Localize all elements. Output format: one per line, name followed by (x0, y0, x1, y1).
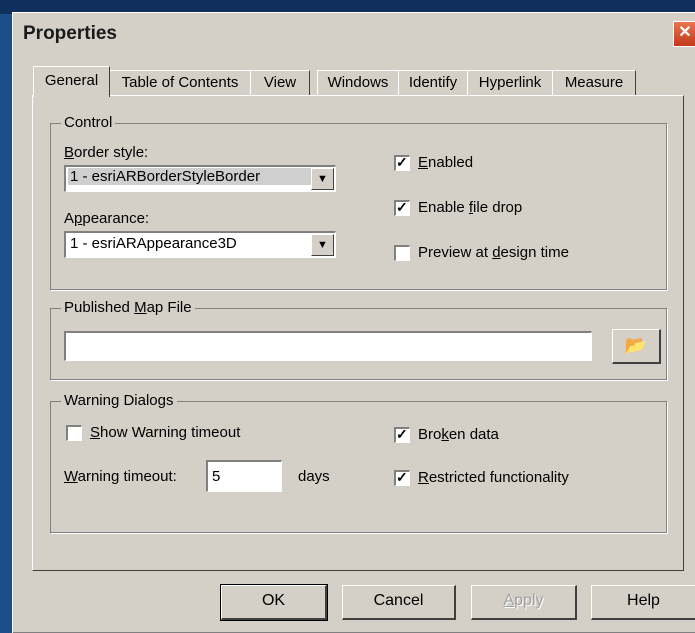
broken-data-label: Broken data (418, 426, 499, 443)
border-style-value: 1 - esriARBorderStyleBorder (68, 168, 311, 185)
border-style-select[interactable]: 1 - esriARBorderStyleBorder ▼ (64, 165, 336, 192)
appearance-select[interactable]: 1 - esriARAppearance3D ▼ (64, 231, 336, 258)
preview-design-time-checkbox[interactable]: Preview at design time (394, 244, 569, 264)
enabled-label: Enabled (418, 154, 474, 171)
restricted-functionality-checkbox[interactable]: ✓ Restricted functionality (394, 469, 569, 489)
published-map-file-group: Published Map File 📂 (50, 299, 667, 380)
apply-button[interactable]: Apply (471, 585, 577, 620)
control-legend: Control (61, 114, 116, 131)
checkbox-box[interactable]: ✓ (394, 469, 410, 487)
tab-hyperlink[interactable]: Hyperlink (467, 70, 553, 95)
broken-data-checkbox[interactable]: ✓ Broken data (394, 426, 499, 446)
appearance-label: Appearance: (64, 210, 150, 227)
check-icon: ✓ (396, 199, 408, 216)
map-file-path-input[interactable] (64, 331, 592, 361)
open-folder-icon: 📂 (624, 335, 648, 355)
check-icon: ✓ (396, 426, 408, 443)
warning-dialogs-legend: Warning Dialogs (61, 392, 177, 409)
tab-windows[interactable]: Windows (317, 70, 399, 95)
close-icon: ✕ (678, 24, 692, 41)
days-label: days (298, 468, 330, 485)
help-button[interactable]: Help (591, 585, 695, 620)
checkbox-box[interactable]: ✓ (394, 199, 410, 217)
close-button[interactable]: ✕ (673, 21, 695, 47)
properties-dialog: Properties ✕ General Table of Contents V… (12, 12, 695, 633)
browse-map-file-button[interactable]: 📂 (612, 329, 661, 364)
chevron-down-icon[interactable]: ▼ (311, 168, 334, 190)
show-warning-timeout-label: Show Warning timeout (90, 424, 241, 441)
tab-table-of-contents[interactable]: Table of Contents (109, 70, 251, 95)
border-style-label: Border style: (64, 144, 149, 161)
restricted-functionality-label: Restricted functionality (418, 469, 569, 486)
warning-dialogs-group: Warning Dialogs Show Warning timeout War… (50, 392, 667, 533)
title-bar[interactable]: Properties ✕ (13, 13, 695, 54)
preview-design-time-label: Preview at design time (418, 244, 569, 261)
enabled-checkbox[interactable]: ✓ Enabled (394, 154, 473, 174)
ok-button[interactable]: OK (220, 584, 328, 621)
dialog-title: Properties (23, 23, 117, 44)
show-warning-timeout-checkbox[interactable]: Show Warning timeout (66, 424, 240, 444)
tab-general[interactable]: General (33, 66, 110, 97)
control-group: Control Border style: 1 - esriARBorderSt… (50, 114, 667, 290)
tab-identify[interactable]: Identify (398, 70, 468, 95)
check-icon: ✓ (396, 469, 408, 486)
checkbox-box[interactable] (66, 425, 82, 442)
warning-timeout-input[interactable] (206, 460, 282, 492)
enable-file-drop-checkbox[interactable]: ✓ Enable file drop (394, 199, 522, 219)
warning-timeout-label: Warning timeout: (64, 468, 177, 485)
tab-view[interactable]: View (250, 70, 310, 95)
cancel-button[interactable]: Cancel (342, 585, 456, 620)
checkbox-box[interactable]: ✓ (394, 426, 410, 444)
appearance-value: 1 - esriARAppearance3D (70, 235, 237, 252)
check-icon: ✓ (396, 154, 408, 171)
enable-file-drop-label: Enable file drop (418, 199, 523, 216)
checkbox-box[interactable]: ✓ (394, 154, 410, 172)
general-tab-panel: Control Border style: 1 - esriARBorderSt… (32, 95, 684, 571)
tab-measure[interactable]: Measure (552, 70, 636, 95)
chevron-down-icon[interactable]: ▼ (311, 234, 334, 256)
published-map-file-legend: Published Map File (61, 299, 195, 316)
checkbox-box[interactable] (394, 245, 410, 262)
